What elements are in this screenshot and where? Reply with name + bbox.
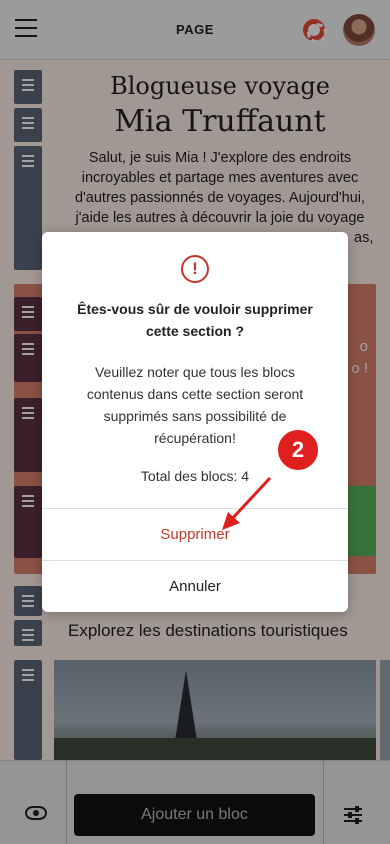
cancel-button[interactable]: Annuler: [42, 561, 348, 612]
delete-button[interactable]: Supprimer: [42, 509, 348, 560]
dialog-note: Veuillez noter que tous les blocs conten…: [86, 364, 304, 446]
dialog-question: Êtes-vous sûr de vouloir supprimer cette…: [77, 301, 313, 339]
confirm-delete-dialog: ! Êtes-vous sûr de vouloir supprimer cet…: [42, 232, 348, 612]
step-badge: 2: [276, 428, 320, 472]
alert-circle-icon: !: [181, 255, 209, 283]
